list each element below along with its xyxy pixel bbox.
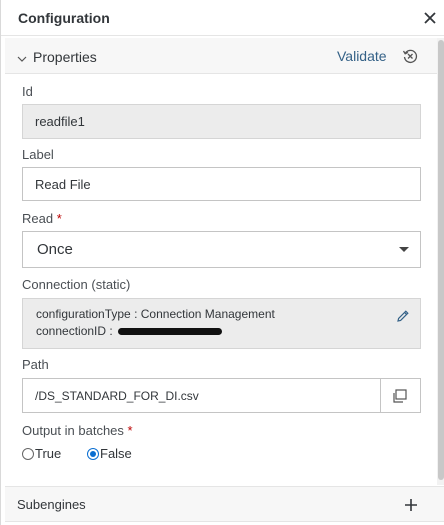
separator: : (106, 324, 117, 338)
radio-true-circle[interactable] (22, 447, 34, 460)
subengines-title: Subengines (17, 497, 86, 512)
scrollbar-thumb[interactable] (438, 40, 444, 480)
pencil-icon[interactable] (396, 309, 410, 323)
radio-false-label: False (100, 446, 132, 461)
copy-icon[interactable] (392, 388, 408, 404)
configuration-panel: Configuration Properties Validate Id rea… (0, 0, 444, 525)
connection-label: Connection (static) (22, 277, 131, 292)
connection-id-key: connectionID (36, 324, 107, 338)
radio-false-circle[interactable] (87, 447, 99, 460)
radio-true[interactable]: True (22, 446, 61, 461)
output-in-batches-text: Output in batches (22, 423, 124, 438)
required-mark: * (127, 423, 133, 438)
plus-icon[interactable] (403, 497, 419, 513)
path-value: /DS_STANDARD_FOR_DI.csv (35, 389, 199, 403)
radio-false[interactable]: False (87, 446, 132, 461)
divider (380, 379, 381, 412)
id-label: Id (22, 84, 33, 99)
configuration-type-line: configurationType : Connection Managemen… (36, 307, 275, 321)
radio-true-label: True (35, 446, 62, 461)
read-select[interactable]: Once (22, 231, 421, 268)
label-label: Label (22, 147, 54, 162)
reset-icon[interactable] (402, 48, 418, 64)
validate-link[interactable]: Validate (337, 48, 387, 64)
chevron-down-icon[interactable] (17, 51, 27, 62)
separator: : (130, 307, 141, 321)
caret-down-icon[interactable] (399, 247, 409, 252)
section-title: Properties (33, 49, 97, 65)
path-input[interactable]: /DS_STANDARD_FOR_DI.csv (22, 378, 421, 413)
output-in-batches-label: Output in batches * (22, 423, 133, 438)
panel-title: Configuration (18, 10, 110, 26)
subengines-section-header[interactable]: Subengines (5, 486, 444, 522)
read-select-value: Once (37, 241, 73, 258)
configuration-type-key: configurationType (36, 307, 131, 321)
connection-id-line: connectionID : (36, 324, 223, 338)
required-mark: * (56, 211, 62, 226)
path-label: Path (22, 357, 49, 372)
panel-header: Configuration (1, 0, 444, 36)
close-icon[interactable] (422, 10, 438, 26)
read-label: Read * (22, 211, 62, 226)
configuration-type-value: Connection Management (140, 307, 275, 321)
read-label-text: Read (22, 211, 54, 226)
label-input[interactable]: Read File (22, 167, 421, 201)
properties-section-header[interactable]: Properties Validate (5, 38, 437, 74)
redacted-value (118, 328, 223, 336)
id-field: readfile1 (22, 104, 421, 139)
connection-field: configurationType : Connection Managemen… (22, 298, 421, 349)
